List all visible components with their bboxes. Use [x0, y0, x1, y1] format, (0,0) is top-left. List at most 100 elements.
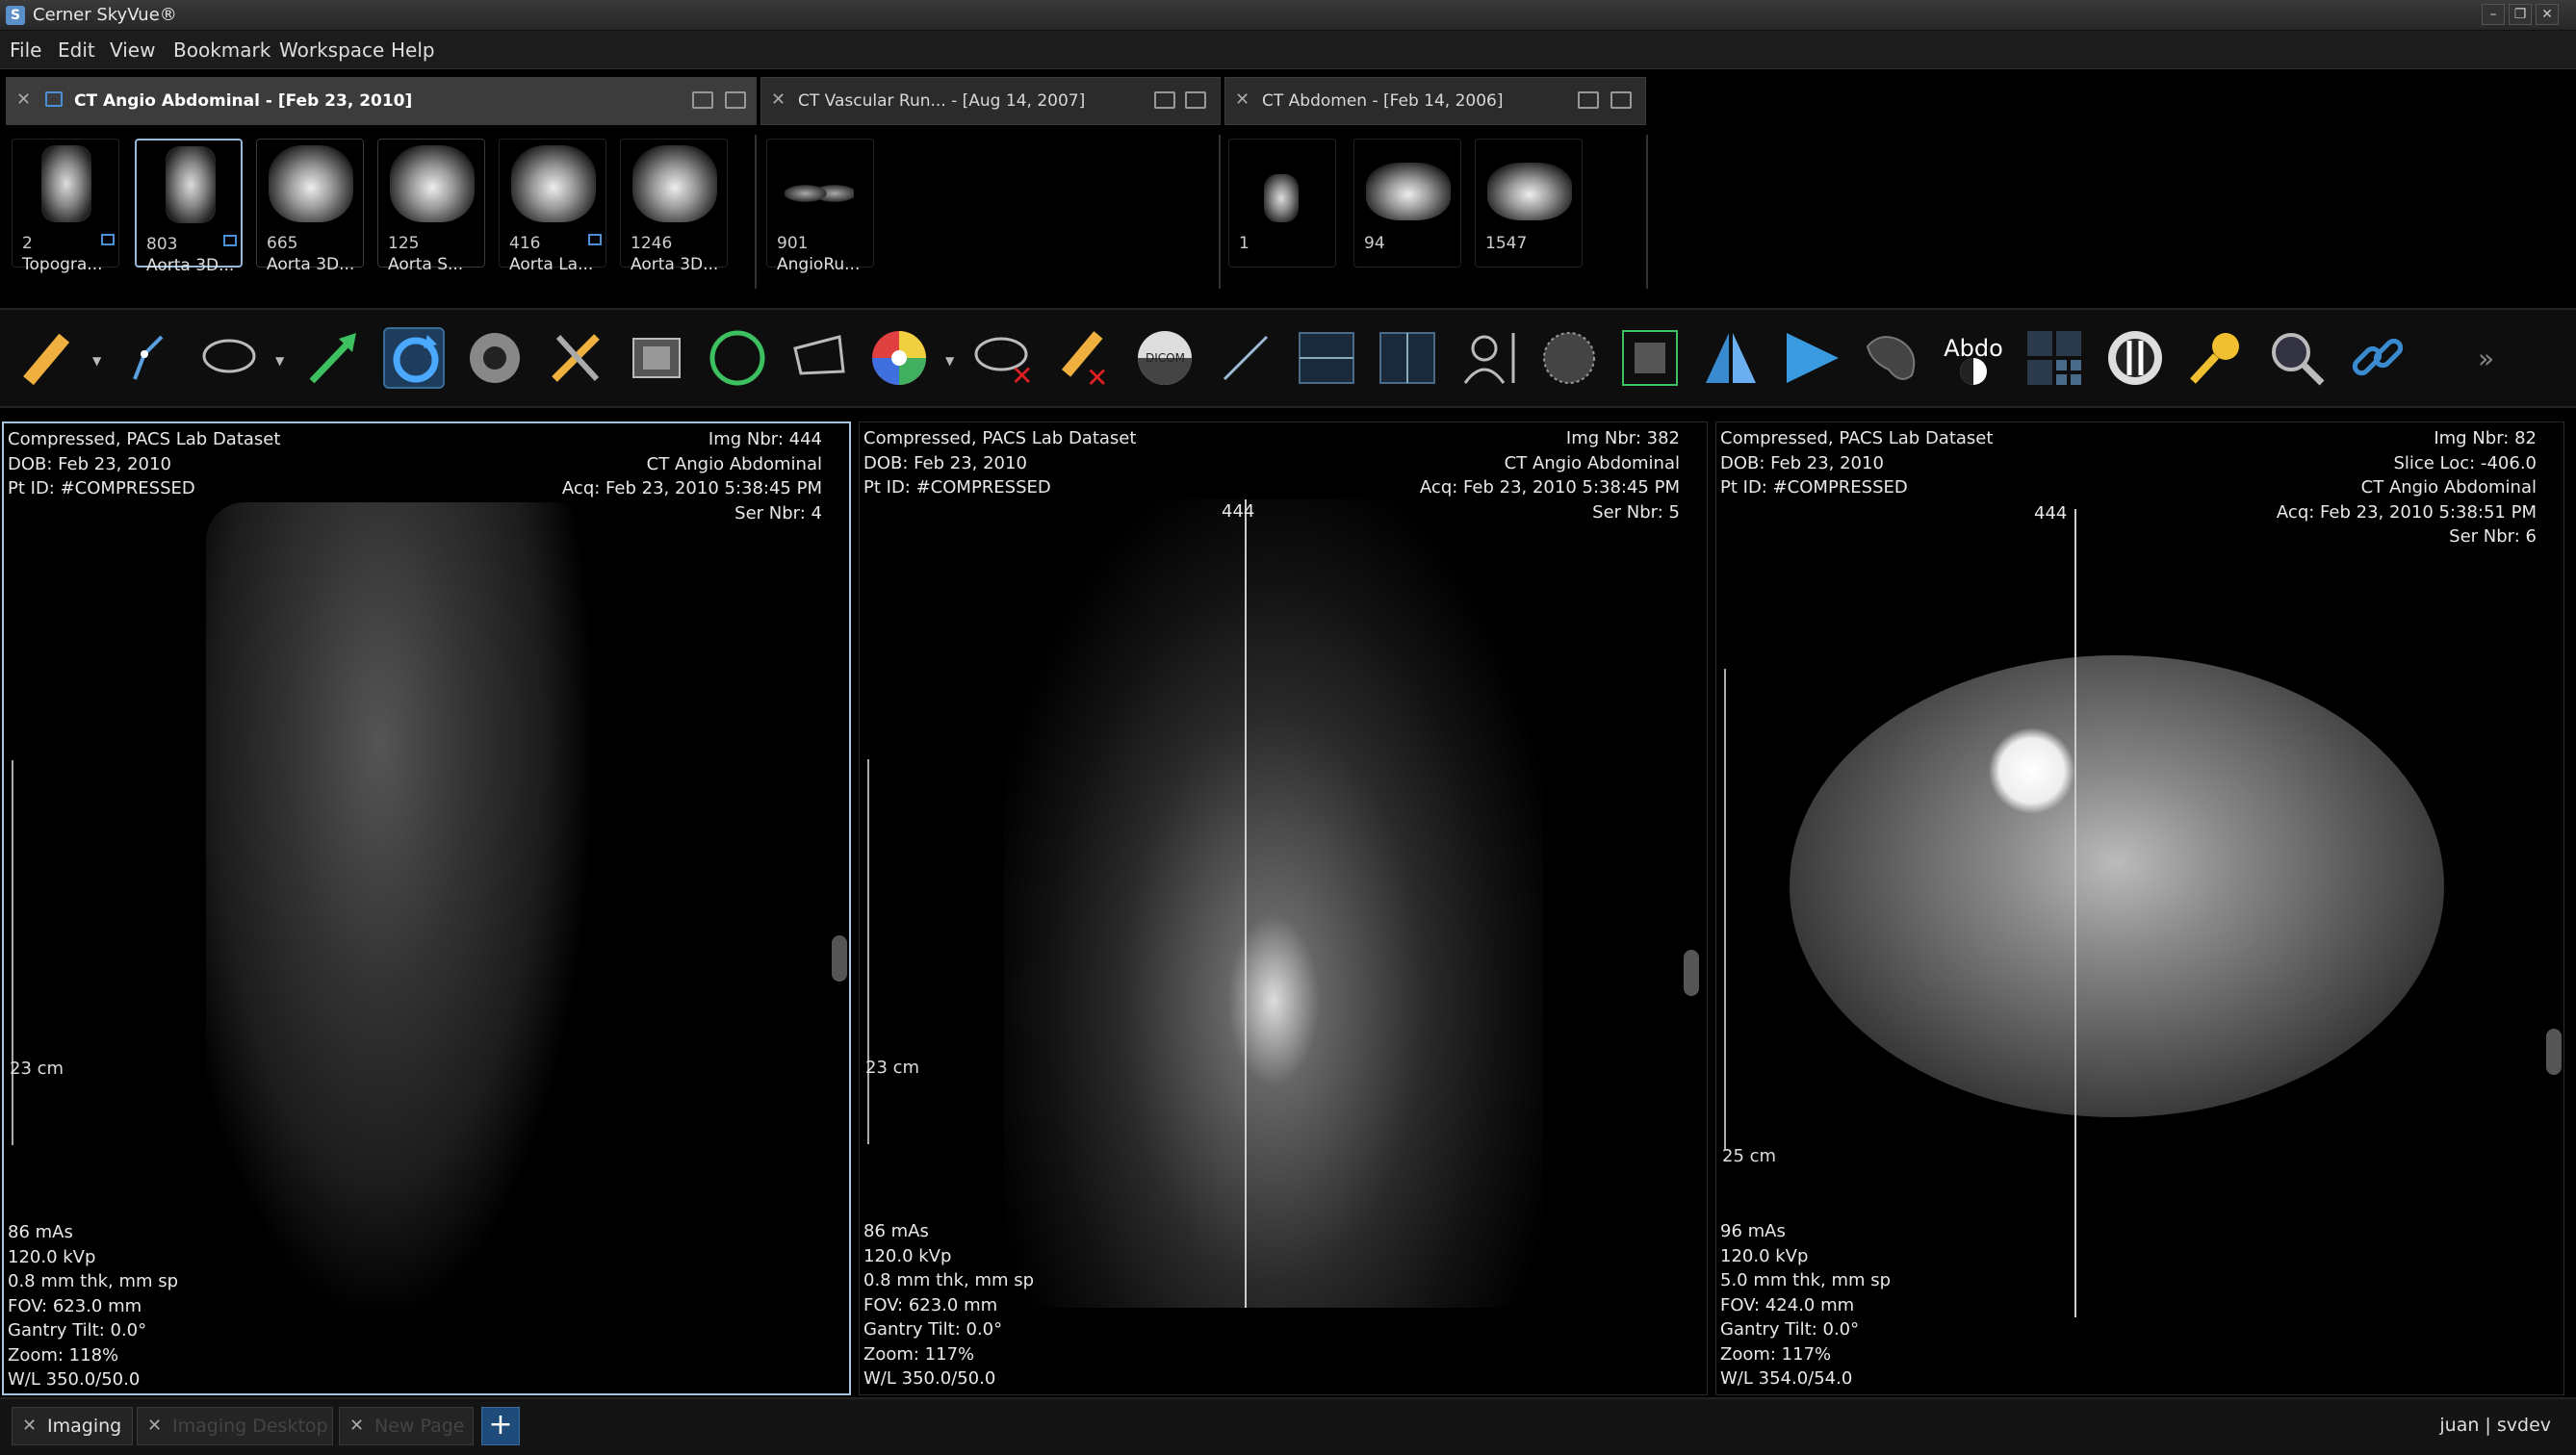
abdo-preset-icon[interactable]: Abdo — [1943, 327, 2004, 389]
close-icon[interactable]: ✕ — [349, 1416, 364, 1436]
close-icon[interactable]: ✕ — [16, 89, 31, 110]
overlay-top-left: Compressed, PACS Lab Dataset DOB: Feb 23… — [8, 427, 280, 501]
series-count: 665 — [267, 234, 298, 253]
flip-icon[interactable] — [1700, 327, 1762, 389]
series-thumbnail[interactable]: 2 Topogra... — [12, 139, 119, 274]
study-tab-label: CT Vascular Run... - [Aug 14, 2007] — [798, 91, 1086, 111]
overlay-line: Gantry Tilt: 0.0° — [1720, 1319, 1860, 1340]
horizontal-split-icon[interactable] — [1296, 327, 1357, 389]
monitor-icon[interactable] — [1154, 91, 1175, 109]
thumbnail-image — [511, 145, 596, 222]
link-icon[interactable] — [2347, 327, 2409, 389]
circle-roi-icon[interactable] — [707, 327, 768, 389]
ct-sagittal-image — [206, 502, 591, 1311]
close-window-button[interactable]: ✕ — [2536, 4, 2559, 25]
series-count: 1547 — [1485, 234, 1528, 253]
image-scrollbar[interactable] — [832, 935, 847, 982]
menu-help[interactable]: Help — [391, 38, 435, 62]
gear-wheel-icon[interactable] — [464, 327, 526, 389]
reference-line — [2074, 509, 2076, 1317]
restore-icon[interactable] — [725, 91, 746, 109]
patient-info-icon[interactable] — [1457, 327, 1519, 389]
image-scrollbar[interactable] — [2546, 1029, 2562, 1075]
overlay-line: Pt ID: #COMPRESSED — [8, 478, 195, 498]
chevron-down-icon[interactable]: ▼ — [275, 354, 284, 368]
study-tab-ct-angio[interactable]: ✕ CT Angio Abdominal - [Feb 23, 2010] — [6, 77, 757, 125]
freehand-roi-icon[interactable] — [1862, 327, 1923, 389]
overlay-line: Acq: Feb 23, 2010 5:38:51 PM — [2276, 501, 2537, 523]
menu-file[interactable]: File — [10, 38, 41, 62]
series-thumbnail[interactable]: 665 Aorta 3D... — [256, 139, 364, 274]
close-icon[interactable]: ✕ — [22, 1416, 37, 1436]
dicom-icon[interactable]: DICOM — [1134, 327, 1196, 389]
arrow-annotation-icon[interactable] — [302, 327, 364, 389]
tools-icon[interactable] — [545, 327, 606, 389]
series-thumbnail[interactable]: 901 AngioRu... — [766, 139, 874, 274]
cine-film-icon[interactable] — [626, 327, 687, 389]
maximize-button[interactable]: ❐ — [2509, 4, 2532, 25]
delete-measurements-icon[interactable]: ✕ — [1053, 327, 1115, 394]
chevron-down-icon[interactable]: ▼ — [92, 354, 101, 368]
rotate-icon[interactable] — [383, 327, 445, 389]
viewport-coronal[interactable]: 444 Compressed, PACS Lab Dataset DOB: Fe… — [859, 421, 1708, 1395]
key-image-icon[interactable] — [2185, 327, 2247, 389]
series-count: 94 — [1364, 234, 1385, 253]
series-thumbnail[interactable]: 803 Aorta 3D... — [135, 139, 243, 275]
menu-edit[interactable]: Edit — [58, 38, 95, 62]
overlay-line: FOV: 623.0 mm — [863, 1294, 998, 1315]
restore-icon[interactable] — [1610, 91, 1632, 109]
layout-grid-icon[interactable] — [2023, 327, 2085, 389]
monitor-icon[interactable] — [1578, 91, 1599, 109]
series-thumbnail[interactable]: 1 — [1228, 139, 1336, 268]
magnify-icon[interactable] — [2266, 327, 2328, 389]
polygon-roi-icon[interactable] — [787, 327, 849, 389]
line-icon[interactable] — [1215, 327, 1276, 389]
angle-icon[interactable] — [119, 327, 181, 389]
close-icon[interactable]: ✕ — [1235, 89, 1249, 110]
chevron-down-icon[interactable]: ▼ — [945, 354, 954, 368]
overlay-line: 120.0 kVp — [8, 1246, 96, 1267]
thumbnail-image — [269, 145, 353, 222]
minimize-button[interactable]: – — [2482, 4, 2505, 25]
fit-window-icon[interactable] — [1619, 327, 1681, 389]
menu-workspace[interactable]: Workspace — [279, 38, 384, 62]
restore-icon[interactable] — [1185, 91, 1206, 109]
monitor-icon[interactable] — [692, 91, 713, 109]
series-thumbnail[interactable]: 416 Aorta La... — [499, 139, 606, 274]
ellipse-roi-icon[interactable] — [198, 327, 260, 389]
image-scrollbar[interactable] — [1684, 950, 1699, 996]
study-tab-ct-vascular[interactable]: ✕ CT Vascular Run... - [Aug 14, 2007] — [760, 77, 1221, 125]
preset-label: Abdo — [1944, 335, 2003, 362]
menu-view[interactable]: View — [110, 38, 155, 62]
close-icon[interactable]: ✕ — [147, 1416, 162, 1436]
color-wheel-icon[interactable] — [868, 327, 930, 389]
overlay-line: Slice Loc: -406.0 — [2393, 452, 2537, 473]
ruler-icon[interactable] — [15, 327, 77, 389]
app-title: Cerner SkyVue® — [33, 5, 177, 25]
overlay-line: Gantry Tilt: 0.0° — [863, 1319, 1003, 1340]
series-count: 803 — [146, 235, 178, 254]
add-page-button[interactable]: + — [481, 1407, 520, 1445]
ct-coronal-image — [1004, 499, 1543, 1308]
vertical-split-icon[interactable] — [1377, 327, 1438, 389]
study-tab-ct-abdomen[interactable]: ✕ CT Abdomen - [Feb 14, 2006] — [1224, 77, 1646, 125]
delete-comment-icon[interactable]: ✕ — [972, 327, 1034, 392]
series-thumbnail[interactable]: 125 Aorta S... — [377, 139, 485, 274]
viewport-sagittal[interactable]: Compressed, PACS Lab Dataset DOB: Feb 23… — [2, 421, 851, 1395]
series-thumbnail[interactable]: 1547 — [1475, 139, 1583, 268]
overlay-bottom-left: 86 mAs 120.0 kVp 0.8 mm thk, mm sp FOV: … — [8, 1220, 178, 1392]
page-tab-imaging[interactable]: ✕ Imaging — [12, 1407, 133, 1445]
menu-bookmark[interactable]: Bookmark — [173, 38, 270, 62]
overlay-line: 86 mAs — [8, 1222, 73, 1242]
series-count: 125 — [388, 234, 420, 253]
sync-icon[interactable] — [2104, 327, 2166, 389]
series-thumbnail[interactable]: 1246 Aorta 3D... — [620, 139, 728, 274]
page-tab-new-page[interactable]: ✕ New Page — [339, 1407, 474, 1445]
circle-icon[interactable] — [1538, 327, 1600, 389]
more-icon[interactable]: » — [2460, 327, 2522, 389]
page-tab-imaging-desktop[interactable]: ✕ Imaging Desktop — [137, 1407, 333, 1445]
viewport-axial[interactable]: 444 Compressed, PACS Lab Dataset DOB: Fe… — [1715, 421, 2564, 1395]
close-icon[interactable]: ✕ — [771, 89, 786, 110]
series-thumbnail[interactable]: 94 — [1353, 139, 1461, 268]
play-icon[interactable] — [1781, 327, 1842, 389]
